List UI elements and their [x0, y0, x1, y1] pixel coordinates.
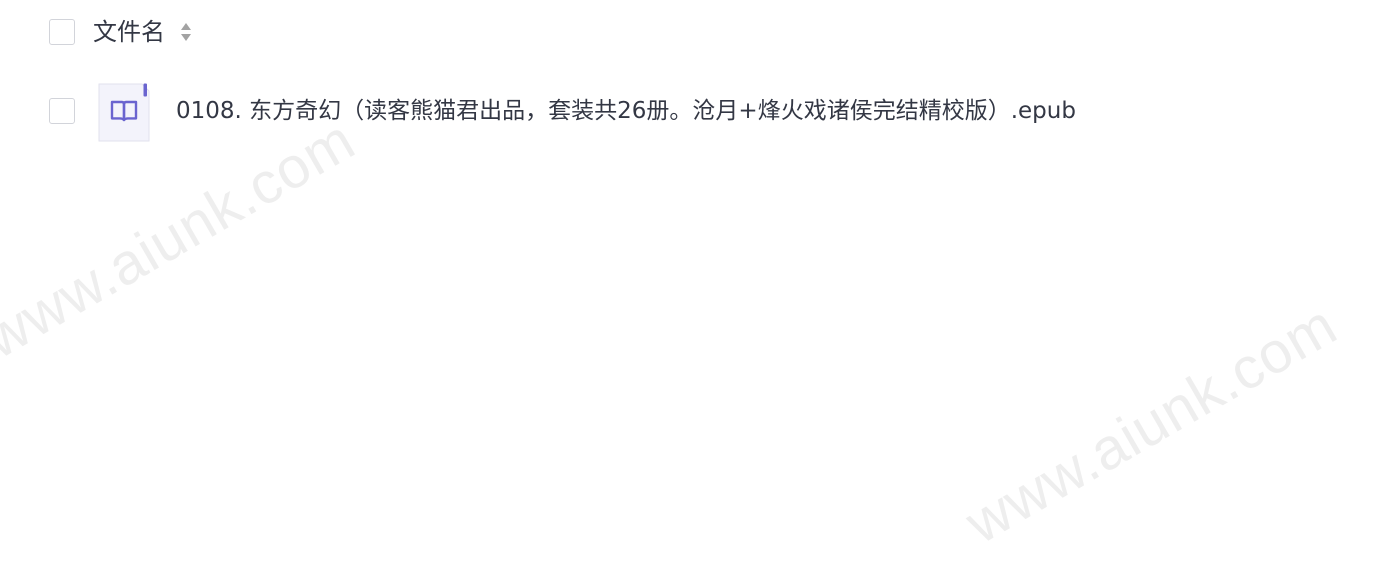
- book-icon: [98, 83, 150, 142]
- sort-icon[interactable]: [179, 20, 193, 46]
- column-header-filename[interactable]: 文件名: [93, 15, 165, 49]
- file-list-header: 文件名: [0, 0, 1384, 66]
- file-list-page: 文件名 0108. 东方奇幻（读客熊猫君出品，套装共26册。沧月+烽火戏诸侯完结…: [0, 0, 1384, 588]
- row-checkbox[interactable]: [49, 98, 75, 124]
- watermark-text: www.aiunk.com: [955, 291, 1348, 557]
- select-all-checkbox[interactable]: [49, 19, 75, 45]
- file-name-link[interactable]: 0108. 东方奇幻（读客熊猫君出品，套装共26册。沧月+烽火戏诸侯完结精校版）…: [176, 94, 1076, 128]
- file-row[interactable]: 0108. 东方奇幻（读客熊猫君出品，套装共26册。沧月+烽火戏诸侯完结精校版）…: [0, 72, 1384, 152]
